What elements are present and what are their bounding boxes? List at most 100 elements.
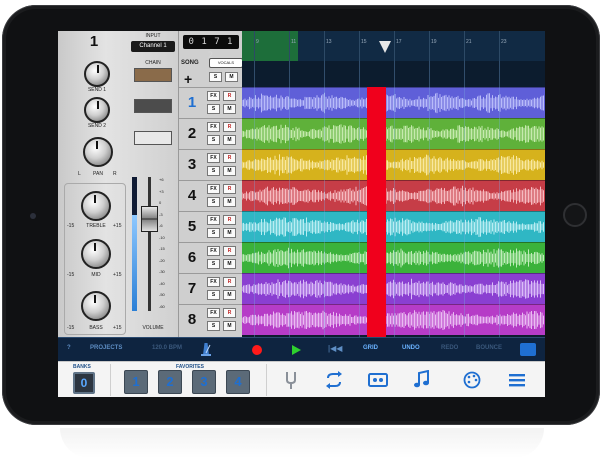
favorite-3-button[interactable]: 3 — [192, 370, 216, 394]
chain-slot-amp[interactable] — [134, 68, 172, 82]
song-mute-button[interactable]: M — [225, 72, 238, 82]
favorite-4-button[interactable]: 4 — [226, 370, 250, 394]
play-button[interactable] — [292, 345, 301, 355]
bank-selector[interactable]: 0 — [73, 372, 95, 394]
track-header-3[interactable]: 3 FX R S M — [179, 149, 242, 180]
volume-fader: +6 +3 0 -3 -6 -10 -15 -20 -30 -40 -50 -60 VOLUME — [128, 173, 178, 333]
playhead-marker[interactable] — [379, 41, 391, 53]
undo-button[interactable]: UNDO — [402, 345, 420, 351]
chain-slot-empty[interactable] — [134, 131, 172, 145]
ruler-tick-line — [289, 31, 290, 61]
track-number[interactable]: 1 — [181, 94, 203, 111]
chain-slot-rack[interactable] — [134, 99, 172, 113]
fader-handle[interactable] — [141, 206, 158, 233]
track-r-button[interactable]: R — [223, 246, 236, 256]
mid-knob[interactable] — [81, 239, 111, 269]
treble-knob[interactable] — [81, 191, 111, 221]
track-s-button[interactable]: S — [207, 135, 220, 145]
track-header-7[interactable]: 7 FX R S M — [179, 273, 242, 304]
track-r-button[interactable]: R — [223, 91, 236, 101]
track-m-button[interactable]: M — [223, 197, 236, 207]
home-button[interactable] — [563, 203, 587, 227]
track-fx-button[interactable]: FX — [207, 277, 220, 287]
vocals-button[interactable]: VOCALS — [209, 58, 243, 68]
track-fx-button[interactable]: FX — [207, 308, 220, 318]
track-m-button[interactable]: M — [223, 135, 236, 145]
timeline-ruler[interactable]: 9 11 13 15 17 19 21 23 — [242, 31, 545, 61]
track-s-button[interactable]: S — [207, 104, 220, 114]
add-track-button[interactable]: + — [184, 72, 192, 86]
metronome-icon[interactable] — [200, 342, 212, 356]
bass-knob[interactable] — [81, 291, 111, 321]
track-fx-button[interactable]: FX — [207, 91, 220, 101]
rewind-button[interactable]: |◀◀ — [328, 344, 342, 353]
music-note-icon[interactable] — [411, 370, 433, 390]
bpm-button[interactable]: 120.0 BPM — [152, 345, 182, 351]
track-r-button[interactable]: R — [223, 153, 236, 163]
track-m-button[interactable]: M — [223, 290, 236, 300]
fader-scale-tick: -30 — [159, 269, 165, 274]
palette-icon[interactable] — [461, 370, 483, 390]
grid-line — [429, 61, 430, 337]
track-m-button[interactable]: M — [223, 228, 236, 238]
track-fx-button[interactable]: FX — [207, 215, 220, 225]
song-solo-button[interactable]: S — [209, 72, 222, 82]
track-s-button[interactable]: S — [207, 228, 220, 238]
track-m-button[interactable]: M — [223, 104, 236, 114]
treble-label: TREBLE — [86, 223, 106, 229]
track-r-button[interactable]: R — [223, 122, 236, 132]
grid-button[interactable]: GRID — [363, 345, 378, 351]
bounce-button[interactable]: BOUNCE — [476, 345, 502, 351]
track-r-button[interactable]: R — [223, 308, 236, 318]
redo-button[interactable]: REDO — [441, 345, 458, 351]
mixer-knobs: 1 SEND 1 SEND 2 PAN L R TREBLE -15 +15 M… — [58, 31, 128, 337]
favorite-2-button[interactable]: 2 — [158, 370, 182, 394]
track-header-2[interactable]: 2 FX R S M — [179, 118, 242, 149]
favorite-1-button[interactable]: 1 — [124, 370, 148, 394]
track-m-button[interactable]: M — [223, 321, 236, 331]
send2-knob[interactable] — [84, 97, 110, 123]
track-r-button[interactable]: R — [223, 277, 236, 287]
track-header-5[interactable]: 5 FX R S M — [179, 211, 242, 242]
track-header-1[interactable]: 1 FX R S M — [179, 87, 242, 118]
tape-icon[interactable] — [367, 370, 389, 390]
track-s-button[interactable]: S — [207, 197, 220, 207]
menu-icon[interactable] — [506, 370, 528, 390]
track-number[interactable]: 7 — [181, 280, 203, 297]
mixer-view-icon[interactable] — [520, 343, 536, 356]
track-r-button[interactable]: R — [223, 184, 236, 194]
track-m-button[interactable]: M — [223, 166, 236, 176]
track-number[interactable]: 5 — [181, 218, 203, 235]
track-header-6[interactable]: 6 FX R S M — [179, 242, 242, 273]
help-button[interactable]: ? — [67, 345, 71, 351]
ruler-tick-label: 9 — [256, 39, 259, 45]
track-r-button[interactable]: R — [223, 215, 236, 225]
track-number[interactable]: 4 — [181, 187, 203, 204]
track-s-button[interactable]: S — [207, 259, 220, 269]
track-s-button[interactable]: S — [207, 321, 220, 331]
track-number[interactable]: 6 — [181, 249, 203, 266]
loop-icon[interactable] — [323, 370, 345, 390]
playhead-region[interactable] — [367, 87, 386, 337]
send1-knob[interactable] — [84, 61, 110, 87]
track-fx-button[interactable]: FX — [207, 153, 220, 163]
record-button[interactable] — [252, 345, 262, 355]
ruler-tick-label: 11 — [291, 39, 297, 45]
channel-name-button[interactable]: Channel 1 — [131, 41, 175, 52]
track-fx-button[interactable]: FX — [207, 246, 220, 256]
track-header-4[interactable]: 4 FX R S M — [179, 180, 242, 211]
track-header-8[interactable]: 8 FX R S M — [179, 304, 242, 335]
pan-knob[interactable] — [83, 137, 113, 167]
track-number[interactable]: 3 — [181, 156, 203, 173]
tuning-fork-icon[interactable] — [280, 370, 302, 390]
projects-button[interactable]: PROJECTS — [90, 345, 122, 351]
treble-min: -15 — [67, 223, 75, 229]
track-fx-button[interactable]: FX — [207, 122, 220, 132]
track-s-button[interactable]: S — [207, 166, 220, 176]
track-fx-button[interactable]: FX — [207, 184, 220, 194]
arrange-area[interactable]: 9 11 13 15 17 19 21 23 — [242, 31, 545, 337]
track-s-button[interactable]: S — [207, 290, 220, 300]
track-m-button[interactable]: M — [223, 259, 236, 269]
track-number[interactable]: 2 — [181, 125, 203, 142]
track-number[interactable]: 8 — [181, 311, 203, 328]
